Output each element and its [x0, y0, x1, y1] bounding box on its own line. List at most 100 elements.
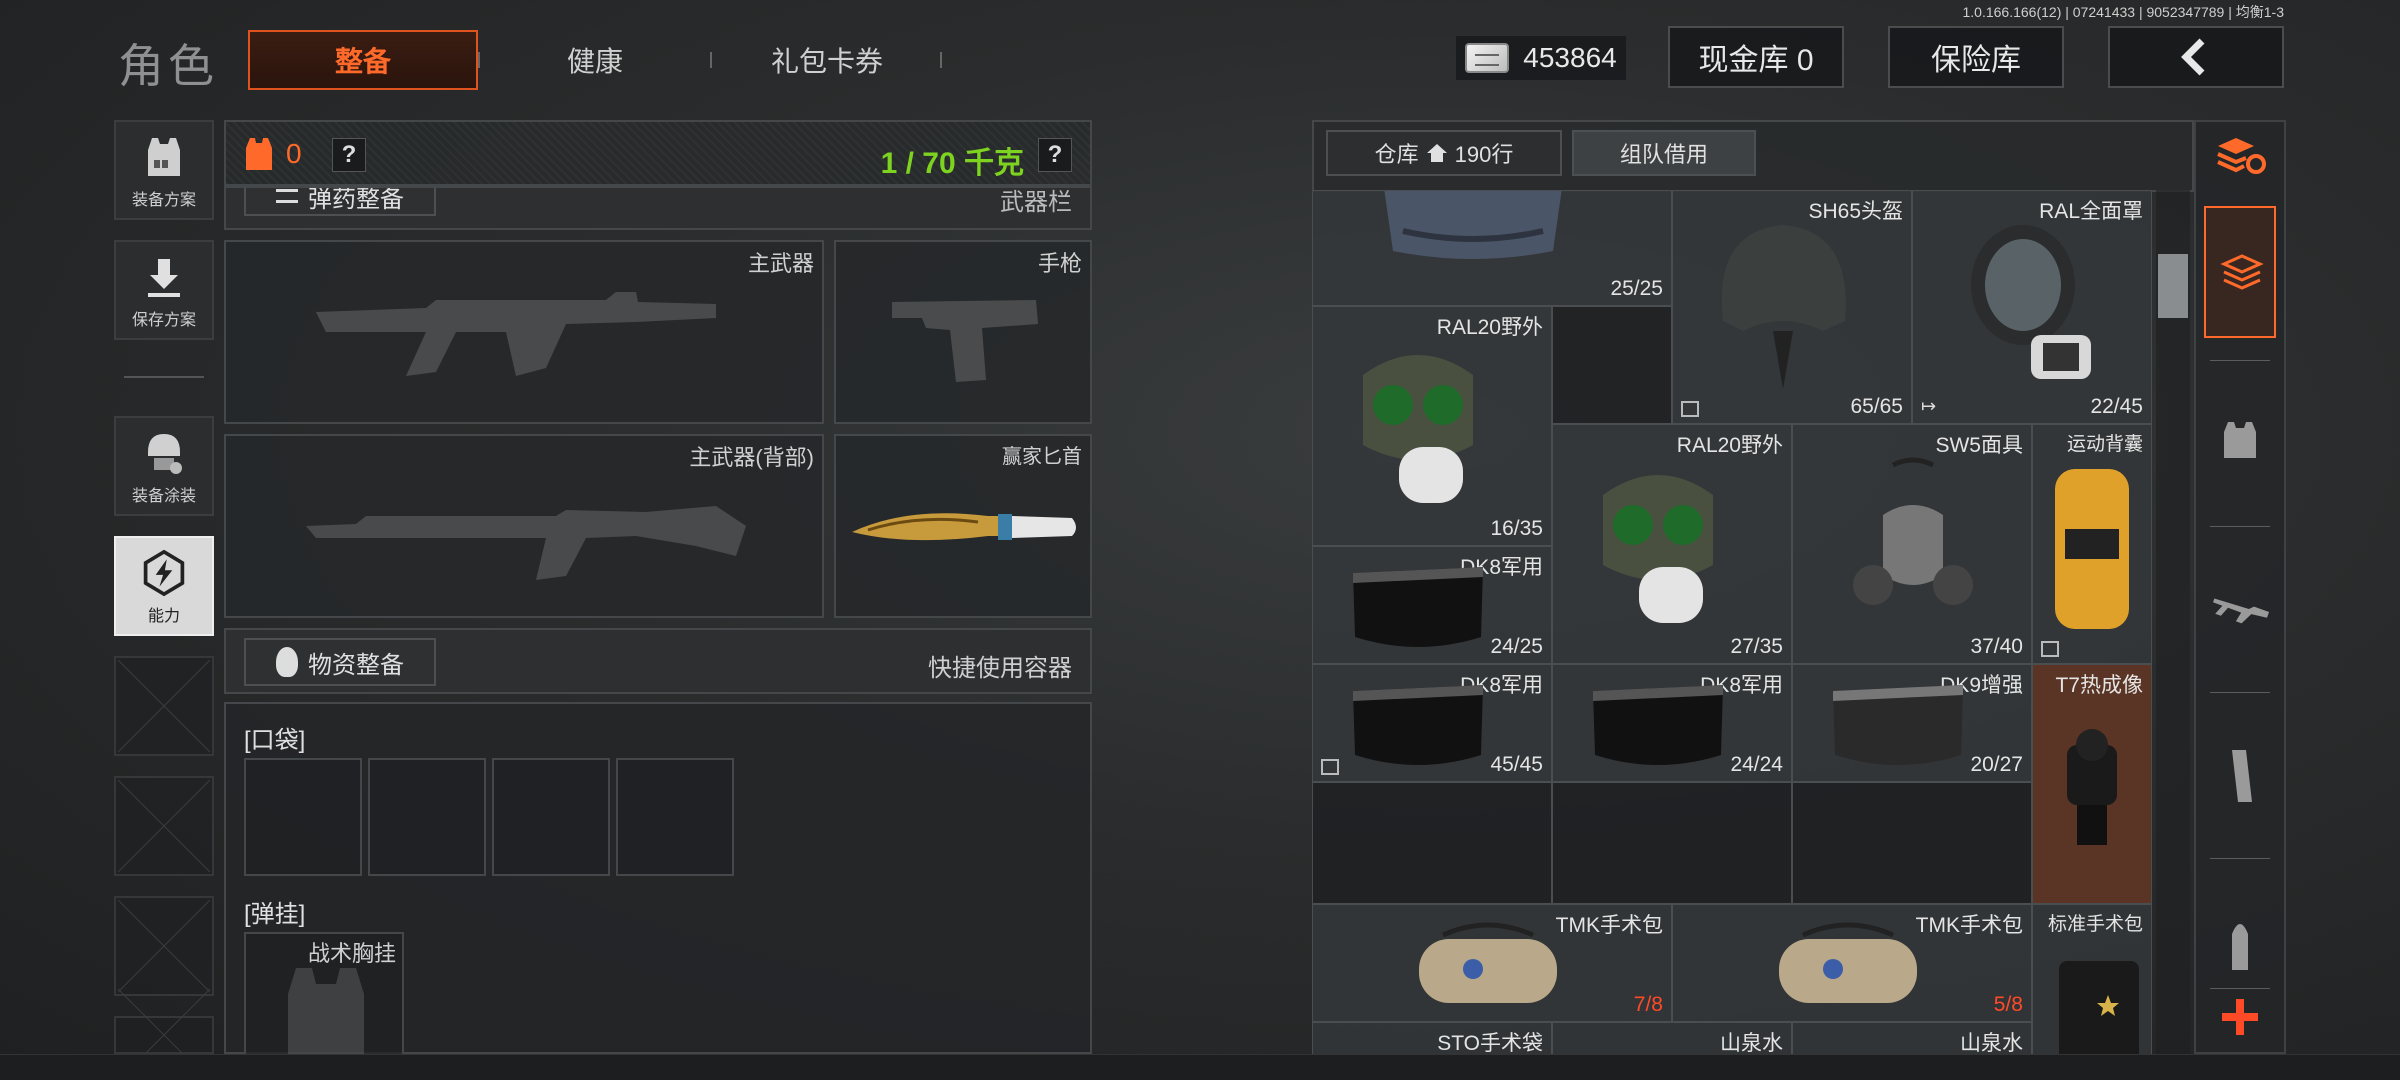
add-category-button[interactable]	[2200, 982, 2280, 1052]
sidebar-item-ability[interactable]: 能力	[114, 536, 214, 636]
gas-mask-icon	[1363, 355, 1473, 503]
inventory-item[interactable]: STO手术袋	[1312, 1022, 1552, 1054]
exit-badge-icon: ↦	[1921, 396, 1937, 416]
warehouse-label: 仓库	[1374, 142, 1419, 167]
quick-container-label: 快捷使用容器	[928, 655, 1072, 682]
rig-slot[interactable]: 战术胸挂	[244, 932, 404, 1056]
tab-team-borrow[interactable]: 组队借用	[1572, 130, 1756, 176]
stack-badge-icon	[1681, 401, 1699, 417]
supplies-icon	[276, 647, 298, 677]
ammo-prep-button[interactable]: 弹药整备	[244, 188, 436, 216]
chest-rig-icon	[288, 968, 364, 1054]
inventory-item[interactable]: TMK手术包 5/8	[1672, 904, 2032, 1022]
item-count: 24/25	[1490, 635, 1543, 658]
item-count: 25/25	[1610, 277, 1663, 300]
category-ammo-button[interactable]	[2200, 904, 2280, 984]
item-count: 5/8	[1993, 993, 2023, 1016]
supplies-prep-button[interactable]: 物资整备	[244, 638, 436, 686]
loadout-status-bar: 0 ? 1 / 70 千克 ?	[224, 120, 1092, 186]
sidebar-item-loadout-plan[interactable]: 装备方案	[114, 120, 214, 220]
inventory-item[interactable]: 山泉水	[1792, 1022, 2032, 1054]
inventory-item[interactable]: 运动背囊	[2032, 424, 2152, 664]
bullet-icon	[2232, 924, 2248, 970]
warehouse-scrollbar-track[interactable]	[2156, 190, 2190, 1054]
gas-mask-icon	[1603, 475, 1713, 623]
back-button[interactable]	[2108, 26, 2284, 88]
sidebar-item-label: 装备涂装	[131, 488, 196, 505]
empty-cell[interactable]	[1552, 306, 1672, 424]
surgical-kit-icon	[1419, 922, 1557, 1003]
knife-icon	[852, 513, 1076, 541]
ability-bolt-icon	[141, 549, 187, 597]
money-display: 453864	[1456, 36, 1626, 80]
pocket-slot[interactable]	[492, 758, 610, 876]
pocket-slot[interactable]	[244, 758, 362, 876]
tab-warehouse[interactable]: 仓库 190行	[1326, 130, 1562, 176]
inventory-item[interactable]: 25/25	[1312, 190, 1672, 306]
inventory-item[interactable]: DK9增强 20/27	[1792, 664, 2032, 782]
warehouse-scrollbar-thumb[interactable]	[2158, 254, 2188, 318]
inventory-item[interactable]: RAL全面罩 ↦ 22/45	[1912, 190, 2152, 424]
standard-kit-icon	[2059, 961, 2139, 1054]
backpack-icon	[2055, 469, 2129, 629]
category-all-button[interactable]	[2204, 206, 2276, 338]
inventory-item[interactable]: 山泉水	[1552, 1022, 1792, 1054]
inventory-item[interactable]: TMK手术包 7/8	[1312, 904, 1672, 1022]
empty-cell[interactable]	[1312, 782, 1552, 904]
inventory-item[interactable]: DK8军用 24/24	[1552, 664, 1792, 782]
surgical-kit-icon	[1779, 922, 1917, 1003]
pocket-slot[interactable]	[368, 758, 486, 876]
supplies-section-header: 物资整备 快捷使用容器	[224, 628, 1092, 694]
empty-cell[interactable]	[1552, 782, 1792, 904]
knife-slot[interactable]: 赢家匕首	[834, 434, 1092, 618]
primary-weapon-back-slot[interactable]: 主武器(背部)	[224, 434, 824, 618]
rig-label: 弹挂	[250, 901, 299, 928]
category-refresh-button[interactable]	[2200, 116, 2280, 196]
face-shield-icon	[1353, 567, 1483, 647]
ammo-icon	[276, 189, 298, 203]
pistol-slot[interactable]: 手枪	[834, 240, 1092, 424]
tab-equip[interactable]: 整备	[248, 30, 478, 90]
item-count: 16/35	[1490, 517, 1543, 540]
bottom-strip	[0, 1054, 2400, 1080]
primary-weapon-slot[interactable]: 主武器	[224, 240, 824, 424]
inventory-item[interactable]: SW5面具 37/40	[1792, 424, 2032, 664]
cash-vault-button[interactable]: 现金库 0	[1668, 26, 1844, 88]
pocket-header: [口袋]	[244, 727, 306, 754]
category-weapon-button[interactable]	[2200, 570, 2280, 650]
sidebar-item-save-plan[interactable]: 保存方案	[114, 240, 214, 340]
inventory-item[interactable]: RAL20野外 16/35	[1312, 306, 1552, 546]
inventory-item[interactable]: DK8军用 24/25	[1312, 546, 1552, 664]
armor-help-button[interactable]: ?	[332, 138, 366, 172]
inventory-item[interactable]: DK8军用 45/45	[1312, 664, 1552, 782]
tab-divider	[940, 52, 942, 68]
inventory-item[interactable]: T7热成像	[2032, 664, 2152, 904]
weight-help-button[interactable]: ?	[1038, 138, 1072, 172]
category-armor-button[interactable]	[2200, 400, 2280, 480]
armor-vest-icon	[141, 134, 187, 180]
safe-label: 保险库	[1931, 44, 2021, 77]
page-title: 角色	[118, 40, 218, 92]
item-count: 27/35	[1730, 635, 1783, 658]
vest-icon	[2224, 422, 2256, 458]
home-icon	[1426, 144, 1447, 162]
item-count: 7/8	[1633, 993, 1663, 1016]
armor-count: 0	[286, 138, 302, 169]
tab-health[interactable]: 健康	[480, 30, 710, 90]
empty-cell[interactable]	[1792, 782, 2032, 904]
inventory-item[interactable]: RAL20野外 27/35	[1552, 424, 1792, 664]
safe-button[interactable]: 保险库	[1888, 26, 2064, 88]
inventory-item[interactable]: 标准手术包	[2032, 904, 2152, 1054]
weight-display: 1 / 70 千克	[880, 147, 1024, 180]
tab-gift-cards[interactable]: 礼包卡券	[712, 30, 942, 90]
rifle-silhouette-icon	[316, 292, 716, 376]
full-face-mask-icon	[1971, 225, 2091, 379]
vest-item-icon	[1384, 191, 1562, 259]
category-magazine-button[interactable]	[2200, 736, 2280, 816]
inventory-item[interactable]: SH65头盔 65/65	[1672, 190, 1912, 424]
sidebar-item-paint[interactable]: 装备涂装	[114, 416, 214, 516]
item-name: 运动背囊	[2066, 434, 2143, 455]
version-text: 1.0.166.166(12) | 07241433 | 9052347789 …	[1962, 4, 2285, 20]
pocket-slot[interactable]	[616, 758, 734, 876]
chevron-left-icon	[2181, 38, 2205, 76]
